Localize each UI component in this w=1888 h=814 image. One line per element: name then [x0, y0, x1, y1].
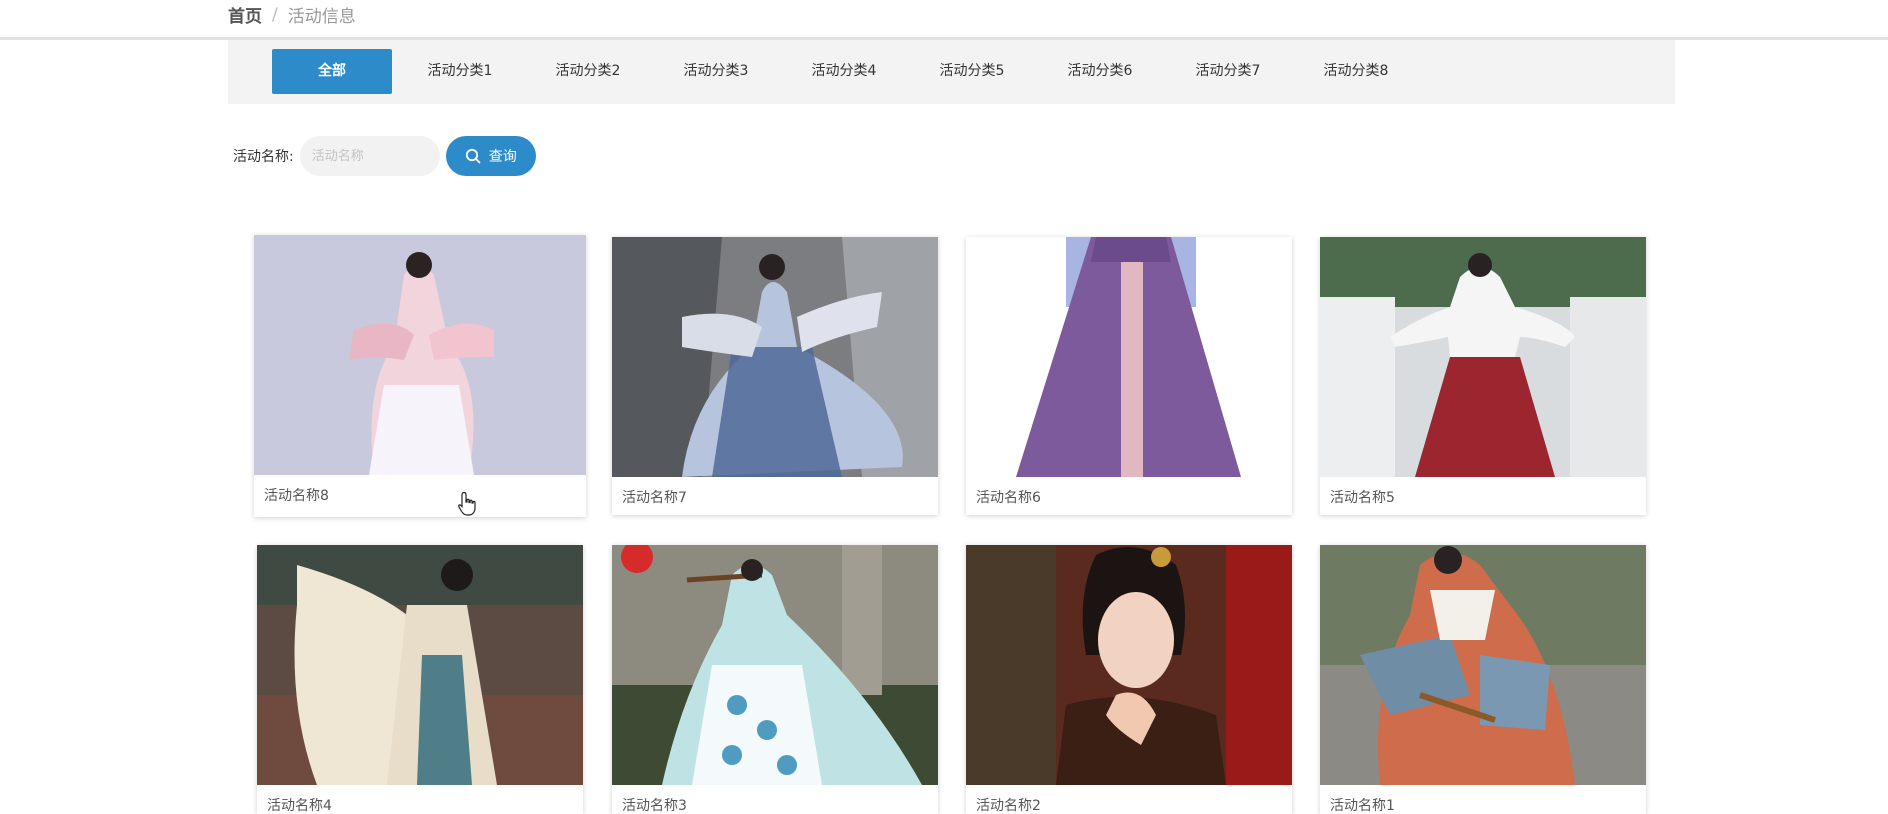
activity-title: 活动名称7 [622, 490, 687, 506]
activity-card[interactable]: 活动名称8 [254, 235, 586, 517]
search-button-label: 查询 [488, 149, 517, 165]
category-tab-8[interactable]: 活动分类8 [1296, 49, 1416, 94]
top-bar: 首页 / 活动信息 [0, 0, 1888, 40]
activity-card[interactable]: 活动名称7 [612, 237, 938, 515]
category-tab-4[interactable]: 活动分类4 [784, 49, 904, 94]
activity-card[interactable]: 活动名称2 [966, 545, 1292, 814]
search-label: 活动名称: [233, 149, 294, 165]
breadcrumb-home-link[interactable]: 首页 [228, 2, 262, 27]
activity-card[interactable]: 活动名称5 [1320, 237, 1646, 515]
activity-image [612, 237, 938, 477]
category-bar: 全部 活动分类1 活动分类2 活动分类3 活动分类4 活动分类5 活动分类6 活… [228, 40, 1675, 104]
activity-image [254, 235, 586, 475]
category-tab-5[interactable]: 活动分类5 [912, 49, 1032, 94]
activity-image [1320, 237, 1646, 477]
activity-title: 活动名称6 [976, 490, 1041, 506]
activity-title: 活动名称2 [976, 798, 1041, 814]
activity-title: 活动名称3 [622, 798, 687, 814]
search-bar: 活动名称: 查询 [233, 136, 536, 176]
search-icon [465, 148, 481, 164]
category-tab-7[interactable]: 活动分类7 [1168, 49, 1288, 94]
activity-card[interactable]: 活动名称6 [966, 237, 1292, 515]
category-tab-3[interactable]: 活动分类3 [656, 49, 776, 94]
activity-title: 活动名称8 [264, 488, 329, 504]
category-tab-1[interactable]: 活动分类1 [400, 49, 520, 94]
activity-image [612, 545, 938, 785]
activity-image [966, 545, 1292, 785]
activity-title: 活动名称5 [1330, 490, 1395, 506]
search-input[interactable] [299, 136, 440, 176]
hand-pointer-cursor-icon [458, 491, 476, 516]
category-tab-2[interactable]: 活动分类2 [528, 49, 648, 94]
activity-title: 活动名称1 [1330, 798, 1395, 814]
activity-card[interactable]: 活动名称3 [612, 545, 938, 814]
activity-image [1320, 545, 1646, 785]
activity-card[interactable]: 活动名称4 [257, 545, 583, 814]
search-button[interactable]: 查询 [445, 136, 536, 176]
activity-image [257, 545, 583, 785]
category-tab-all[interactable]: 全部 [272, 49, 392, 94]
breadcrumb-current: 活动信息 [287, 7, 356, 27]
activity-title: 活动名称4 [267, 798, 332, 814]
activity-image [966, 237, 1292, 477]
breadcrumb-separator: / [272, 4, 278, 25]
activity-card[interactable]: 活动名称1 [1320, 545, 1646, 814]
category-tab-6[interactable]: 活动分类6 [1040, 49, 1160, 94]
breadcrumb: 首页 / 活动信息 [228, 2, 356, 28]
